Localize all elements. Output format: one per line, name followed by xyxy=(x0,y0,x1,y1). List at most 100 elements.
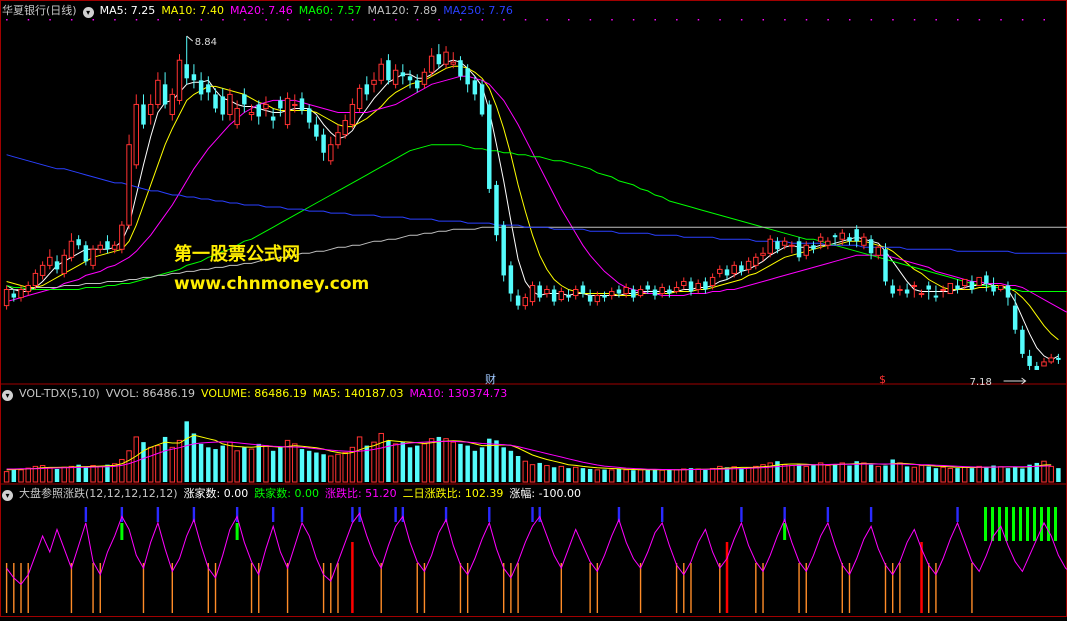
candle-body xyxy=(991,285,996,292)
chevron-down-icon[interactable]: ▾ xyxy=(2,490,13,501)
volume-bar xyxy=(875,465,882,483)
candle-body xyxy=(450,61,456,65)
chart-canvas[interactable]: 8.84 7.18 财 $ xyxy=(0,0,1067,617)
volume-bar xyxy=(739,468,744,482)
candle-body xyxy=(11,293,17,298)
candle-body xyxy=(487,104,492,189)
volume-bar xyxy=(883,465,888,482)
indicator-line-涨跌比 xyxy=(6,512,1067,586)
candle-body xyxy=(616,289,622,294)
candle-body xyxy=(854,229,859,242)
candle-body xyxy=(731,264,737,274)
candle-body xyxy=(933,295,939,298)
volume-indicators: VVOL: 86486.19 VOLUME: 86486.19 MA5: 14018… xyxy=(106,387,514,400)
volume-bar xyxy=(775,461,780,482)
volume-bar xyxy=(709,467,716,483)
candle-body xyxy=(90,248,96,266)
candle-body xyxy=(184,64,189,79)
candle-body xyxy=(587,295,593,302)
indicator-value: MA10: 7.40 xyxy=(161,4,225,17)
indicator-tick-blue xyxy=(488,507,491,522)
candle-body xyxy=(270,116,276,121)
signal-dot xyxy=(27,19,30,21)
volume-bar xyxy=(450,441,456,483)
candle-body xyxy=(407,76,413,81)
signal-dot xyxy=(459,19,462,21)
candle-body xyxy=(306,108,312,123)
volume-panel-header: ▾ VOL-TDX(5,10) VVOL: 86486.19 VOLUME: 8648… xyxy=(2,386,519,402)
low-label: 7.18 xyxy=(970,377,992,388)
candle-body xyxy=(364,84,370,95)
candle-body xyxy=(400,72,406,77)
candle-body xyxy=(1056,357,1061,360)
volume-bar xyxy=(594,469,601,483)
indicator-tick-blue xyxy=(869,507,873,522)
volume-bar xyxy=(998,466,1004,483)
candle-body xyxy=(392,69,399,85)
chevron-down-icon[interactable]: ▾ xyxy=(2,390,13,401)
volume-bar xyxy=(623,469,629,483)
indicator-value: MA20: 7.46 xyxy=(230,4,293,17)
candle-body xyxy=(1012,305,1018,330)
indicator-panel-header: ▾ 大盘参照涨跌(12,12,12,12,12) 涨家数: 0.00 跌家数: 0.0… xyxy=(2,486,593,502)
candle-body xyxy=(875,246,882,256)
signal-dot xyxy=(373,19,376,21)
volume-bar xyxy=(631,470,636,482)
signal-dot xyxy=(1021,19,1024,21)
chevron-down-icon[interactable]: ▾ xyxy=(82,7,94,18)
indicator-tick-blue xyxy=(660,507,664,522)
candle-body xyxy=(1041,361,1047,367)
candle-body xyxy=(681,280,687,286)
volume-bar xyxy=(991,465,996,482)
volume-bar xyxy=(11,469,17,482)
indicator-tick-green xyxy=(998,507,1001,541)
candle-body xyxy=(998,284,1004,291)
candle-body xyxy=(637,289,644,297)
volume-bar xyxy=(162,436,168,482)
volume-bar xyxy=(515,456,521,482)
candle-body xyxy=(147,103,154,116)
volume-bar xyxy=(688,468,694,482)
candle-body xyxy=(709,276,716,286)
signal-dot xyxy=(546,19,548,21)
candle-body xyxy=(623,286,629,295)
volume-bar xyxy=(897,462,903,483)
indicator-value: 二日涨跌比: 102.39 xyxy=(402,487,504,500)
volume-bar xyxy=(537,462,542,482)
volume-bar xyxy=(839,462,846,483)
volume-bar xyxy=(918,465,925,483)
candle-body xyxy=(652,289,658,296)
volume-bar xyxy=(392,443,399,483)
volume-bar xyxy=(580,468,586,482)
indicator-tick-blue xyxy=(351,507,354,522)
volume-bar xyxy=(947,467,954,483)
indicator-tick-blue xyxy=(300,507,304,522)
signal-dot xyxy=(135,19,138,21)
candle-body xyxy=(242,94,247,105)
ma-line-ma250 xyxy=(6,154,1067,254)
candle-body xyxy=(566,295,571,298)
indicator-tick-blue xyxy=(531,507,534,522)
candle-body xyxy=(198,80,204,95)
indicator-value: MA5: 7.25 xyxy=(99,4,156,17)
candle-body xyxy=(314,124,319,137)
candle-body xyxy=(162,84,168,105)
price-title: 华夏银行(日线) xyxy=(2,4,77,17)
volume-bar xyxy=(933,468,939,482)
candle-body xyxy=(1027,355,1032,366)
candle-body xyxy=(141,104,146,125)
signal-dot xyxy=(265,19,267,21)
candle-body xyxy=(126,144,132,226)
candle-body xyxy=(415,80,420,89)
candle-body xyxy=(832,235,838,238)
signal-dot xyxy=(805,19,808,21)
candle-body xyxy=(206,84,211,93)
candle-body xyxy=(386,60,391,81)
volume-bar xyxy=(147,446,154,483)
volume-bar xyxy=(1041,460,1047,483)
candle-body xyxy=(83,245,89,262)
volume-bar xyxy=(868,464,874,482)
candle-body xyxy=(868,239,874,254)
volume-bar xyxy=(984,467,989,482)
candle-body xyxy=(97,244,103,250)
